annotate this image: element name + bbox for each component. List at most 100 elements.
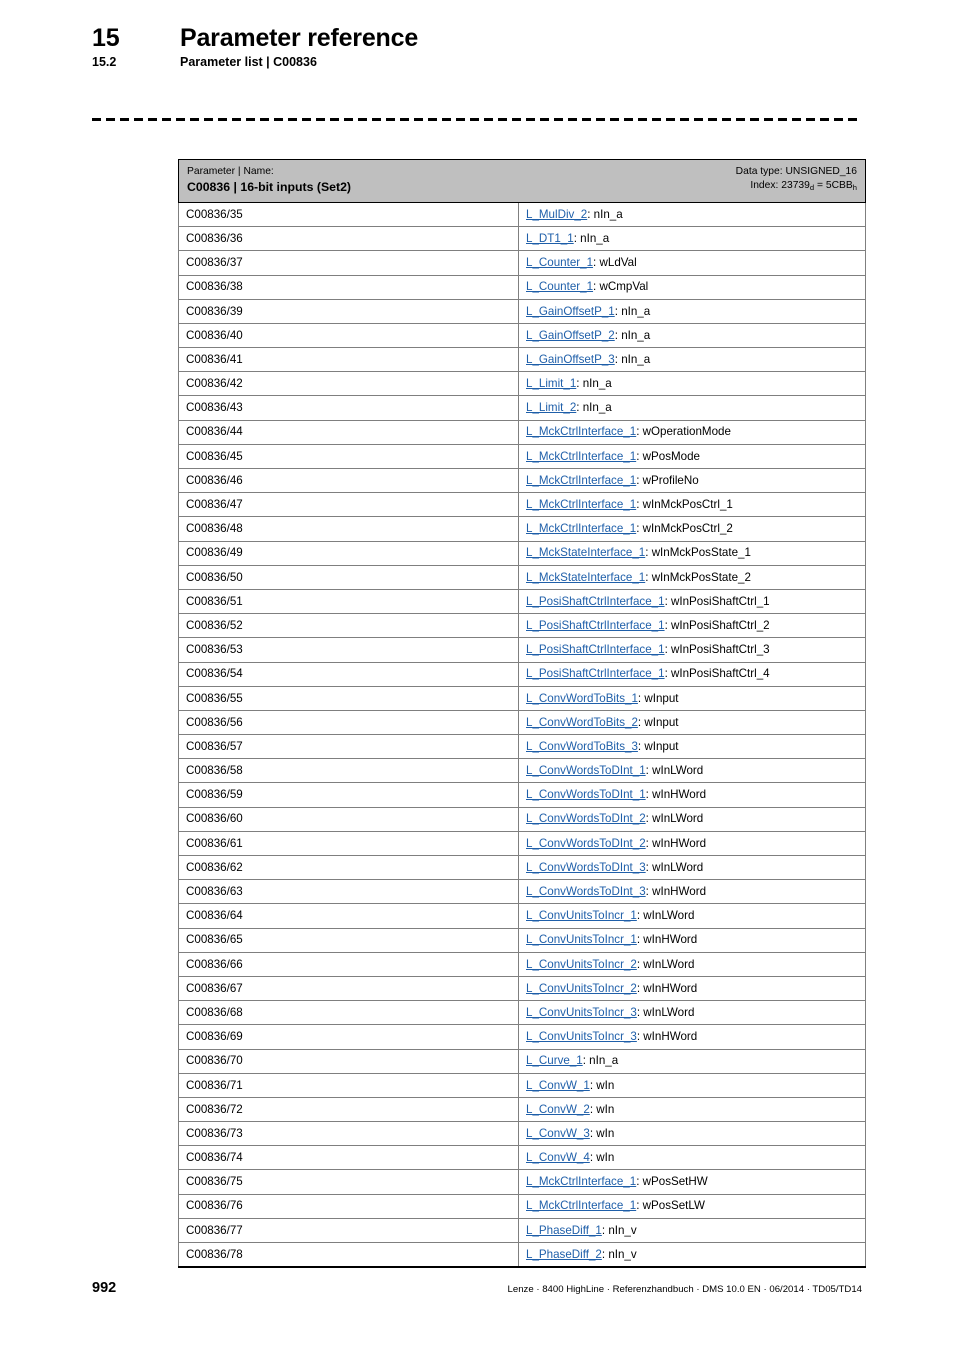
table-row: C00836/53 L_PosiShaftCtrlInterface_1: wIn…	[178, 637, 866, 663]
function-block-cell: L_MckCtrlInterface_1: wPosSetHW	[518, 1169, 866, 1195]
parameter-id-cell: C00836/45	[178, 443, 519, 470]
parameter-id-cell: C00836/52	[178, 613, 519, 639]
parameter-id-cell: C00836/77	[178, 1217, 519, 1244]
function-block-link[interactable]: L_ConvWordsToDInt_1	[526, 788, 646, 801]
parameter-id: C00836/43	[186, 401, 243, 415]
function-block-link[interactable]: L_PhaseDiff_2	[526, 1248, 602, 1261]
function-block-port: wIn	[596, 1102, 615, 1116]
function-block-link[interactable]: L_MckStateInterface_1	[526, 546, 645, 559]
function-block-port: wInput	[644, 715, 679, 729]
table-header-code: C00836 | 16-bit inputs (Set2)	[187, 180, 352, 195]
function-block-link[interactable]: L_ConvUnitsToIncr_2	[526, 958, 637, 971]
function-block-link[interactable]: L_DT1_1	[526, 232, 574, 245]
function-block-link[interactable]: L_Curve_1	[526, 1054, 583, 1067]
parameter-id-cell: C00836/39	[178, 298, 519, 324]
function-block-port: wPosSetHW	[642, 1175, 708, 1189]
function-block-port: nIn_v	[608, 1247, 637, 1261]
function-block-cell: L_MckCtrlInterface_1: wOperationMode	[518, 419, 866, 445]
function-block-cell: L_ConvW_4: wIn	[518, 1145, 866, 1171]
parameter-id-cell: C00836/47	[178, 492, 519, 518]
parameter-id: C00836/45	[186, 449, 243, 463]
function-block-link[interactable]: L_Counter_1	[526, 280, 593, 293]
function-block-port: nIn_a	[582, 401, 612, 415]
function-block-link[interactable]: L_ConvWordsToDInt_3	[526, 885, 646, 898]
function-block-link[interactable]: L_ConvWordsToDInt_3	[526, 861, 646, 874]
parameter-id-cell: C00836/63	[178, 879, 519, 905]
function-block-port: nIn_a	[580, 231, 610, 245]
footer-text: Lenze · 8400 HighLine · Referenzhandbuch…	[507, 1284, 862, 1295]
function-block-cell: L_PosiShaftCtrlInterface_1: wInPosiShaft…	[518, 661, 866, 687]
function-block-port: wInput	[644, 739, 679, 753]
function-block-cell: L_ConvW_3: wIn	[518, 1121, 866, 1147]
parameter-id: C00836/41	[186, 352, 243, 366]
function-block-link[interactable]: L_MckCtrlInterface_1	[526, 522, 636, 535]
function-block-link[interactable]: L_MckCtrlInterface_1	[526, 425, 636, 438]
function-block-link[interactable]: L_PosiShaftCtrlInterface_1	[526, 595, 665, 608]
function-block-port: nIn_a	[621, 304, 651, 318]
function-block-cell: L_GainOffsetP_2: nIn_a	[518, 322, 866, 349]
parameter-id-cell: C00836/59	[178, 782, 519, 808]
function-block-port: wInHWord	[652, 885, 707, 899]
function-block-link[interactable]: L_GainOffsetP_3	[526, 353, 615, 366]
table-row: C00836/41 L_GainOffsetP_3: nIn_a	[178, 347, 866, 373]
parameter-id: C00836/77	[186, 1223, 243, 1237]
table-row: C00836/60 L_ConvWordsToDInt_2: wInLWord	[178, 806, 866, 832]
function-block-link[interactable]: L_MulDiv_2	[526, 208, 587, 221]
function-block-link[interactable]: L_MckCtrlInterface_1	[526, 1199, 636, 1212]
function-block-link[interactable]: L_MckCtrlInterface_1	[526, 450, 636, 463]
parameter-id-cell: C00836/71	[178, 1072, 519, 1098]
function-block-link[interactable]: L_GainOffsetP_2	[526, 329, 615, 342]
parameter-id: C00836/75	[186, 1175, 243, 1189]
function-block-link[interactable]: L_ConvW_4	[526, 1151, 590, 1164]
function-block-cell: L_ConvUnitsToIncr_1: wInLWord	[518, 903, 866, 929]
function-block-link[interactable]: L_ConvW_2	[526, 1103, 590, 1116]
table-row: C00836/55 L_ConvWordToBits_1: wInput	[178, 685, 866, 711]
function-block-link[interactable]: L_ConvUnitsToIncr_1	[526, 933, 637, 946]
data-type-label: Data type: UNSIGNED_16	[735, 166, 857, 177]
function-block-link[interactable]: L_ConvWordToBits_3	[526, 740, 638, 753]
function-block-link[interactable]: L_MckCtrlInterface_1	[526, 474, 636, 487]
function-block-link[interactable]: L_MckCtrlInterface_1	[526, 498, 636, 511]
function-block-cell: L_PhaseDiff_1: nIn_v	[518, 1217, 866, 1244]
table-row: C00836/40 L_GainOffsetP_2: nIn_a	[178, 322, 866, 349]
function-block-cell: L_ConvWordsToDInt_1: wInHWord	[518, 782, 866, 808]
function-block-port: wInLWord	[652, 812, 704, 826]
function-block-link[interactable]: L_MckStateInterface_1	[526, 571, 645, 584]
table-header-label: Parameter | Name:	[187, 166, 274, 177]
function-block-link[interactable]: L_ConvWordsToDInt_2	[526, 837, 646, 850]
function-block-cell: L_ConvWordsToDInt_2: wInLWord	[518, 806, 866, 832]
function-block-cell: L_MckCtrlInterface_1: wInMckPosCtrl_2	[518, 516, 866, 542]
function-block-link[interactable]: L_ConvWordsToDInt_2	[526, 812, 646, 825]
function-block-link[interactable]: L_PosiShaftCtrlInterface_1	[526, 619, 665, 632]
function-block-port: wInLWord	[643, 909, 695, 923]
function-block-link[interactable]: L_PhaseDiff_1	[526, 1224, 602, 1237]
function-block-link[interactable]: L_PosiShaftCtrlInterface_1	[526, 667, 665, 680]
function-block-link[interactable]: L_ConvW_1	[526, 1079, 590, 1092]
table-row: C00836/46 L_MckCtrlInterface_1: wProfileN…	[178, 468, 866, 494]
function-block-link[interactable]: L_ConvUnitsToIncr_3	[526, 1030, 637, 1043]
function-block-link[interactable]: L_ConvW_3	[526, 1127, 590, 1140]
parameter-id: C00836/54	[186, 667, 243, 681]
function-block-link[interactable]: L_ConvWordToBits_1	[526, 692, 638, 705]
function-block-link[interactable]: L_Limit_2	[526, 401, 576, 414]
function-block-link[interactable]: L_ConvWordToBits_2	[526, 716, 638, 729]
function-block-cell: L_ConvW_2: wIn	[518, 1096, 866, 1123]
table-row: C00836/58 L_ConvWordsToDInt_1: wInLWord	[178, 758, 866, 784]
function-block-cell: L_ConvUnitsToIncr_1: wInHWord	[518, 927, 866, 953]
function-block-link[interactable]: L_ConvUnitsToIncr_3	[526, 1006, 637, 1019]
function-block-link[interactable]: L_Counter_1	[526, 256, 593, 269]
function-block-port: wInLWord	[643, 957, 695, 971]
function-block-link[interactable]: L_PosiShaftCtrlInterface_1	[526, 643, 665, 656]
function-block-link[interactable]: L_Limit_1	[526, 377, 576, 390]
table-row: C00836/56 L_ConvWordToBits_2: wInput	[178, 709, 866, 736]
function-block-link[interactable]: L_ConvUnitsToIncr_2	[526, 982, 637, 995]
function-block-link[interactable]: L_GainOffsetP_1	[526, 305, 615, 318]
parameter-id: C00836/73	[186, 1126, 243, 1140]
function-block-link[interactable]: L_MckCtrlInterface_1	[526, 1175, 636, 1188]
function-block-port: nIn_a	[621, 328, 651, 342]
function-block-link[interactable]: L_ConvWordsToDInt_1	[526, 764, 646, 777]
function-block-cell: L_MckStateInterface_1: wInMckPosState_2	[518, 564, 866, 590]
parameter-id: C00836/47	[186, 498, 243, 512]
table-row: C00836/48 L_MckCtrlInterface_1: wInMckPos…	[178, 516, 866, 542]
function-block-link[interactable]: L_ConvUnitsToIncr_1	[526, 909, 637, 922]
